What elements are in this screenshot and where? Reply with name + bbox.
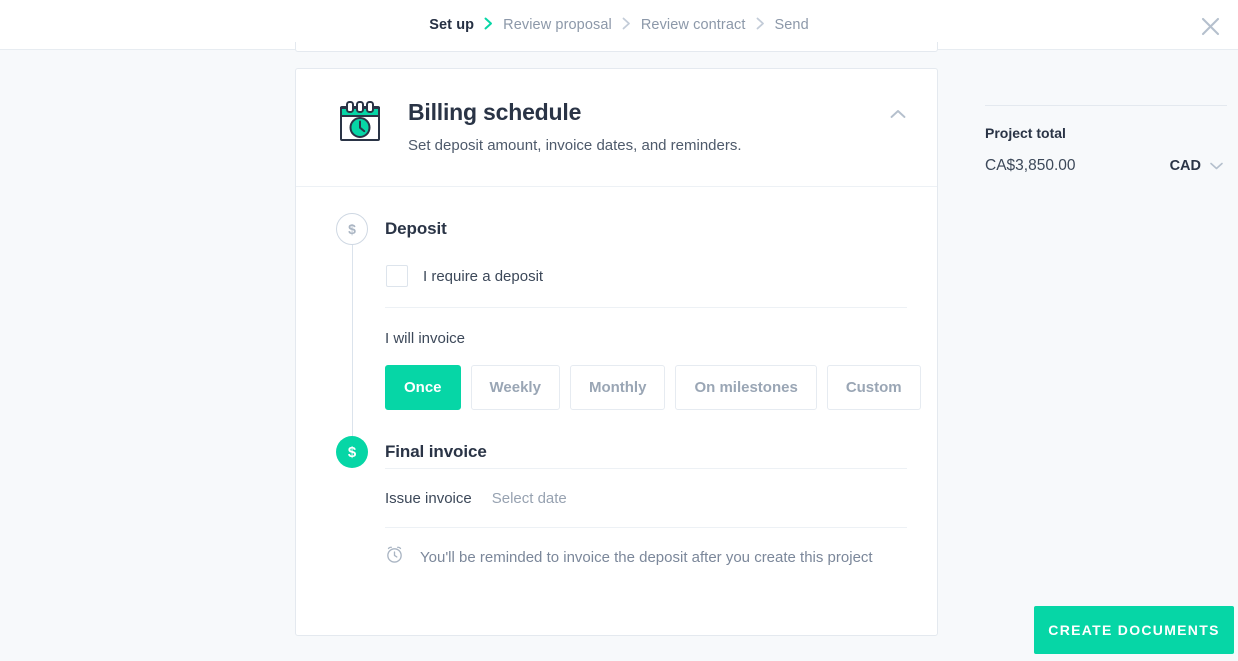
step-final-invoice: $ Final invoice Issue invoice Select dat… xyxy=(296,436,937,584)
page-body: Billing schedule Set deposit amount, inv… xyxy=(0,42,1238,661)
previous-card-edge xyxy=(295,42,938,52)
frequency-option-weekly[interactable]: Weekly xyxy=(470,365,560,410)
chevron-right-icon xyxy=(756,17,765,32)
card-header: Billing schedule Set deposit amount, inv… xyxy=(296,69,937,187)
invoice-frequency-label: I will invoice xyxy=(385,330,466,347)
currency-code: CAD xyxy=(1169,158,1201,174)
frequency-option-once[interactable]: Once xyxy=(385,365,461,410)
currency-selector[interactable]: CAD xyxy=(1170,157,1227,175)
billing-steps: $ Deposit I require a deposit I will inv… xyxy=(296,187,937,584)
issue-invoice-row: Issue invoice Select date xyxy=(385,469,907,527)
invoice-frequency-options: Once Weekly Monthly On milestones Custom xyxy=(385,365,921,410)
chevron-right-icon xyxy=(622,17,631,32)
reminder-text: You'll be reminded to invoice the deposi… xyxy=(420,548,873,566)
billing-schedule-card: Billing schedule Set deposit amount, inv… xyxy=(295,68,938,636)
card-header-text: Billing schedule Set deposit amount, inv… xyxy=(408,97,742,154)
frequency-option-monthly[interactable]: Monthly xyxy=(569,365,666,410)
project-total-amount: CA$3,850.00 xyxy=(985,157,1076,174)
close-icon[interactable] xyxy=(1194,10,1226,42)
breadcrumb-step-setup[interactable]: Set up xyxy=(429,17,474,33)
alarm-clock-icon xyxy=(385,545,404,569)
chevron-right-icon xyxy=(484,17,493,32)
frequency-option-on-milestones[interactable]: On milestones xyxy=(675,365,817,410)
step-final-invoice-body: Final invoice Issue invoice Select date xyxy=(385,436,907,584)
dollar-icon: $ xyxy=(336,213,368,245)
chevron-up-icon[interactable] xyxy=(881,99,915,129)
step-final-invoice-title: Final invoice xyxy=(385,442,487,461)
step-deposit: $ Deposit I require a deposit I will inv… xyxy=(296,213,937,436)
step-deposit-body: Deposit I require a deposit I will invoi… xyxy=(385,213,921,436)
page-title: Billing schedule xyxy=(408,99,582,125)
chevron-down-icon xyxy=(1210,157,1223,175)
reminder-row: You'll be reminded to invoice the deposi… xyxy=(385,528,907,584)
card-subtitle: Set deposit amount, invoice dates, and r… xyxy=(408,137,742,155)
require-deposit-checkbox[interactable] xyxy=(386,265,408,287)
calendar-clock-icon xyxy=(336,99,384,147)
dollar-icon: $ xyxy=(336,436,368,468)
step-deposit-title: Deposit xyxy=(385,219,447,238)
summary-rail: Project total CA$3,850.00 CAD xyxy=(985,105,1227,175)
project-total-label: Project total xyxy=(985,125,1066,141)
require-deposit-row[interactable]: I require a deposit xyxy=(385,245,907,307)
project-total-row: CA$3,850.00 CAD xyxy=(985,157,1227,175)
breadcrumb: Set up Review proposal Review contract S… xyxy=(429,17,809,33)
divider xyxy=(985,105,1227,106)
create-documents-button[interactable]: CREATE DOCUMENTS xyxy=(1034,606,1234,654)
require-deposit-label: I require a deposit xyxy=(423,267,544,285)
invoice-frequency-block: I will invoice Once Weekly Monthly On mi… xyxy=(385,308,921,436)
breadcrumb-step-review-proposal[interactable]: Review proposal xyxy=(503,17,612,33)
issue-invoice-label: Issue invoice xyxy=(385,489,472,507)
breadcrumb-step-send[interactable]: Send xyxy=(775,17,809,33)
issue-invoice-date-picker[interactable]: Select date xyxy=(492,490,567,507)
breadcrumb-step-review-contract[interactable]: Review contract xyxy=(641,17,746,33)
frequency-option-custom[interactable]: Custom xyxy=(826,365,921,410)
